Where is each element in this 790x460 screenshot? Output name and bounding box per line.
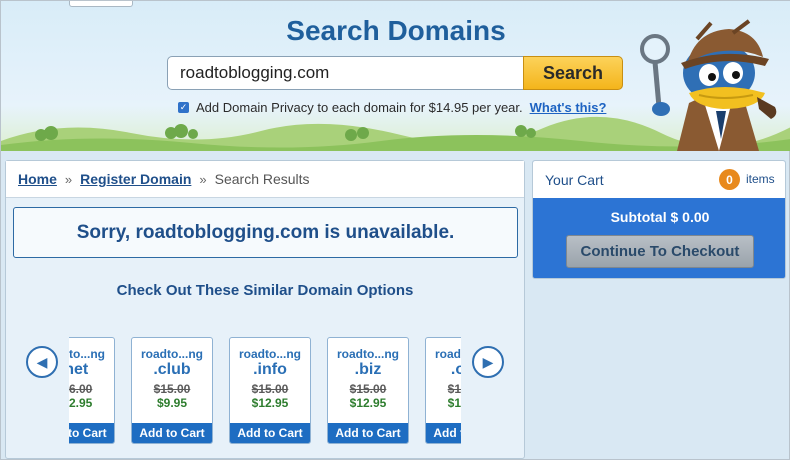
cart-panel: Your Cart 0 items Subtotal $ 0.00 Contin… bbox=[532, 160, 786, 279]
breadcrumb-current: Search Results bbox=[214, 171, 310, 187]
card-sale-price: $12.95 bbox=[69, 396, 93, 410]
card-sale-price: $12.95 bbox=[251, 396, 289, 410]
breadcrumb-register-domain-link[interactable]: Register Domain bbox=[80, 171, 191, 187]
carousel-prev-button[interactable]: ◀ bbox=[26, 346, 58, 378]
card-domain-name: roadto...ng bbox=[69, 347, 105, 361]
detective-mascot-icon bbox=[640, 19, 777, 151]
card-old-price: $15.00 bbox=[447, 382, 461, 396]
card-old-price: $15.00 bbox=[251, 382, 289, 396]
card-old-price: $15.00 bbox=[153, 382, 191, 396]
hero-banner: Search Domains Search ✓ Add Domain Priva… bbox=[1, 1, 790, 151]
card-tld: .net bbox=[69, 361, 89, 378]
carousel-next-button[interactable]: ▶ bbox=[472, 346, 504, 378]
domain-privacy-checkbox[interactable]: ✓ bbox=[178, 101, 189, 113]
breadcrumb-separator: » bbox=[64, 171, 73, 187]
card-tld: .org bbox=[450, 361, 461, 378]
cart-items-label: items bbox=[746, 172, 775, 186]
domain-card: roadto...ng .info $15.00 $12.95 Add to C… bbox=[229, 337, 311, 444]
breadcrumb: Home » Register Domain » Search Results bbox=[6, 161, 524, 198]
card-tld: .club bbox=[153, 361, 191, 378]
domain-search-input[interactable] bbox=[167, 56, 525, 90]
domain-privacy-text: Add Domain Privacy to each domain for $1… bbox=[196, 99, 523, 115]
cart-count-badge: 0 bbox=[719, 169, 740, 190]
breadcrumb-separator: » bbox=[199, 171, 207, 187]
domain-card: roadto...ng .biz $15.00 $12.95 Add to Ca… bbox=[327, 337, 409, 444]
domain-card-list: roadto...ng .net $16.00 $12.95 Add to Ca… bbox=[69, 337, 461, 444]
cart-title: Your Cart bbox=[545, 171, 604, 188]
add-to-cart-button[interactable]: Add to Cart bbox=[328, 423, 408, 443]
add-to-cart-button[interactable]: Add to Cart bbox=[230, 423, 310, 443]
card-sale-price: $9.95 bbox=[156, 396, 188, 410]
domain-card: roadto...ng .club $15.00 $9.95 Add to Ca… bbox=[131, 337, 213, 444]
search-button[interactable]: Search bbox=[523, 56, 623, 90]
card-sale-price: $12.95 bbox=[447, 396, 461, 410]
domain-carousel: roadto...ng .net $16.00 $12.95 Add to Ca… bbox=[69, 337, 461, 444]
whats-this-link[interactable]: What's this? bbox=[530, 100, 607, 115]
add-to-cart-button[interactable]: Add to Cart bbox=[69, 423, 114, 443]
top-tab[interactable] bbox=[69, 1, 133, 7]
card-domain-name: roadto...ng bbox=[239, 347, 301, 361]
card-tld: .info bbox=[253, 361, 287, 378]
card-old-price: $15.00 bbox=[349, 382, 387, 396]
add-to-cart-button[interactable]: Add to Cart bbox=[426, 423, 461, 443]
breadcrumb-home-link[interactable]: Home bbox=[18, 171, 57, 187]
continue-to-checkout-button[interactable]: Continue To Checkout bbox=[566, 235, 754, 268]
domain-unavailable-message: Sorry, roadtoblogging.com is unavailable… bbox=[13, 207, 518, 258]
search-results-panel: Home » Register Domain » Search Results … bbox=[5, 160, 525, 459]
card-domain-name: roadto...ng bbox=[141, 347, 203, 361]
domain-card: roadto...ng .net $16.00 $12.95 Add to Ca… bbox=[69, 337, 115, 444]
card-old-price: $16.00 bbox=[69, 382, 93, 396]
domain-card: roadto...ng .org $15.00 $12.95 Add to Ca… bbox=[425, 337, 461, 444]
chevron-left-icon: ◀ bbox=[36, 353, 48, 370]
add-to-cart-button[interactable]: Add to Cart bbox=[132, 423, 212, 443]
card-sale-price: $12.95 bbox=[349, 396, 387, 410]
card-domain-name: roadto...ng bbox=[337, 347, 399, 361]
cart-subtotal: Subtotal $ 0.00 bbox=[610, 209, 710, 225]
similar-domains-heading: Check Out These Similar Domain Options bbox=[116, 282, 414, 299]
domain-privacy-row: ✓ Add Domain Privacy to each domain for … bbox=[178, 99, 606, 115]
chevron-right-icon: ▶ bbox=[482, 353, 494, 370]
card-tld: .biz bbox=[354, 361, 382, 378]
card-domain-name: roadto...ng bbox=[435, 347, 461, 361]
